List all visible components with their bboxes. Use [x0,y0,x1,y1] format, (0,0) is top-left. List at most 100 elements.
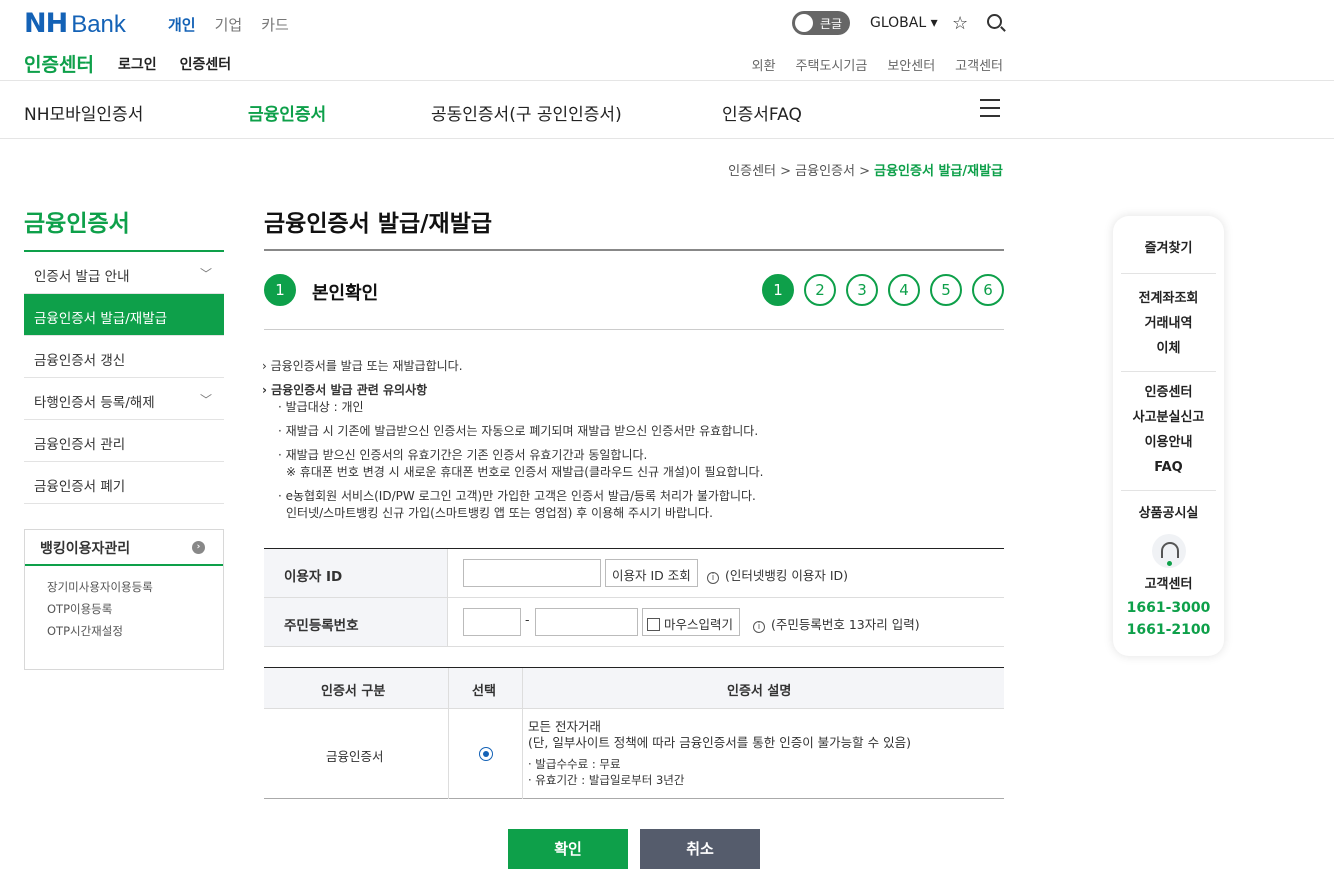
step-indicator-4: 4 [888,274,920,306]
banking-user-title: 뱅킹이용자관리 [40,541,131,557]
col-cert-type: 인증서 구분 [321,684,386,699]
cert-type-cell: 금융인증서 [326,749,384,764]
quick-guide[interactable]: 이용안내 [1121,430,1216,455]
col-select: 선택 [472,684,496,699]
user-id-input[interactable] [463,559,601,587]
util-link-housing[interactable]: 주택도시기금 [796,55,868,74]
top-nav-card[interactable]: 카드 [261,14,289,35]
logo-nh-text: NH [24,8,68,39]
toggle-knob [795,14,813,32]
util-link-security[interactable]: 보안센터 [887,55,935,74]
quick-faq[interactable]: FAQ [1121,455,1216,480]
rrn-info: i (주민등록번호 13자리 입력) [753,614,920,633]
toggle-label: 큰글 [820,16,843,31]
gnb-financial-cert[interactable]: 금융인증서 [248,100,326,125]
quick-product-disclosure[interactable]: 상품공시실 [1113,501,1224,526]
rrn-first-input[interactable] [463,608,521,636]
step-indicator-2: 2 [804,274,836,306]
rrn-second-input[interactable] [535,608,638,636]
quick-cert-center[interactable]: 인증센터 [1121,380,1216,405]
quick-tel-1[interactable]: 1661-3000 [1113,597,1224,619]
cert-table: 인증서 구분 선택 인증서 설명 금융인증서 모든 전자거래 (단, 일부사이트… [264,667,1004,799]
lnb-item-issue-guide[interactable]: 인증서 발급 안내 ﹀ [24,252,224,294]
top-nav-personal[interactable]: 개인 [168,14,196,35]
quick-all-accounts[interactable]: 전계좌조회 [1121,286,1216,311]
top-nav-business[interactable]: 기업 [215,14,243,35]
gnb-nh-mobile[interactable]: NH모바일인증서 [24,100,143,125]
lnb-item-issue-reissue[interactable]: 금융인증서 발급/재발급 [24,294,224,336]
step-indicator-6: 6 [972,274,1004,306]
banking-link-dormant[interactable]: 장기미사용자이용등록 [47,576,201,598]
notice-reissue: · 재발급 시 기존에 발급받으신 인증서는 자동으로 폐기되며 재발급 받으신… [278,424,759,438]
breadcrumb-path: 인증센터 > 금융인증서 > [728,164,875,179]
identity-form: 이용자 ID 이용자 ID 조회 i (인터넷뱅킹 이용자 ID) 주민등록번호 … [264,548,1004,647]
large-text-toggle[interactable]: 큰글 [792,11,850,35]
quick-transactions[interactable]: 거래내역 [1121,311,1216,336]
cert-center-link[interactable]: 인증센터 [180,54,232,74]
col-divider [522,668,523,799]
banking-link-otp-time[interactable]: OTP시간재설정 [47,620,201,642]
notice-signup: 인터넷/스마트뱅킹 신규 가입(스마트뱅킹 앱 또는 영업점) 후 이용해 주시… [286,506,713,520]
gnb-cert-faq[interactable]: 인증서FAQ [722,100,802,125]
info-icon: i [707,572,719,584]
confirm-button[interactable]: 확인 [508,829,628,869]
section-title[interactable]: 인증센터 [24,50,94,77]
cert-select-radio[interactable] [479,747,493,761]
lnb-item-renew[interactable]: 금융인증서 갱신 [24,336,224,378]
notice-heading: › 금융인증서 발급 관련 유의사항 [262,383,428,397]
form-row-rrn: 주민등록번호 - 마우스입력기 i (주민등록번호 13자리 입력) [264,598,1004,647]
arrow-right-icon: › [192,541,205,554]
cancel-button[interactable]: 취소 [640,829,760,869]
current-step-badge: 1 [264,274,296,306]
hamburger-menu-icon[interactable] [980,99,1000,117]
util-link-fx[interactable]: 외환 [752,55,776,74]
lnb-item-revoke[interactable]: 금융인증서 폐기 [24,462,224,504]
step-divider [264,329,1004,330]
breadcrumb-current: 금융인증서 발급/재발급 [874,164,1003,179]
user-id-lookup-button[interactable]: 이용자 ID 조회 [605,559,698,587]
quick-group-2: 인증센터 사고분실신고 이용안내 FAQ [1121,372,1216,491]
desc-line-4: · 유효기간 : 발급일로부터 3년간 [528,773,685,787]
top-nav: 개인 기업 카드 [168,14,289,35]
quick-tel-2[interactable]: 1661-2100 [1113,619,1224,641]
lnb-item-label: 금융인증서 발급/재발급 [34,311,168,327]
quick-group-1: 전계좌조회 거래내역 이체 [1121,274,1216,372]
col-description: 인증서 설명 [727,684,792,699]
lnb-title: 금융인증서 [24,211,130,237]
page-title: 금융인증서 발급/재발급 [264,211,493,237]
notice-target: · 발급대상 : 개인 [278,400,364,414]
quick-favorites[interactable]: 즐겨찾기 [1121,236,1216,261]
lnb-item-manage[interactable]: 금융인증서 관리 [24,420,224,462]
banking-user-header[interactable]: 뱅킹이용자관리 › [25,530,223,566]
global-menu[interactable]: GLOBAL ▾ [870,15,938,31]
step-indicator-5: 5 [930,274,962,306]
quick-cs-section: 상품공시실 고객센터 1661-3000 1661-2100 [1113,491,1224,641]
form-row-user-id: 이용자 ID 이용자 ID 조회 i (인터넷뱅킹 이용자 ID) [264,549,1004,598]
nh-bank-logo[interactable]: NH Bank [24,8,126,39]
banking-user-box: 뱅킹이용자관리 › 장기미사용자이용등록 OTP이용등록 OTP시간재설정 [24,529,224,670]
lnb-item-label: 금융인증서 갱신 [34,353,126,369]
gnb-joint-cert[interactable]: 공동인증서(구 공인인증서) [431,100,622,125]
mouse-input-label: 마우스입력기 [664,617,734,632]
user-id-info: i (인터넷뱅킹 이용자 ID) [707,565,848,584]
chevron-down-icon: ﹀ [199,267,212,281]
star-icon[interactable]: ☆ [952,13,968,34]
logo-bank-text: Bank [71,11,126,38]
quick-customer-center: 고객센터 [1144,577,1193,592]
quick-loss-report[interactable]: 사고분실신고 [1121,405,1216,430]
lnb-item-other-bank[interactable]: 타행인증서 등록/해제 ﹀ [24,378,224,420]
chevron-down-icon: ﹀ [199,393,212,407]
lnb-item-label: 타행인증서 등록/해제 [34,395,155,411]
mouse-input-checkbox[interactable]: 마우스입력기 [642,608,741,636]
quick-transfer[interactable]: 이체 [1121,336,1216,361]
banking-link-otp-register[interactable]: OTP이용등록 [47,598,201,620]
rrn-info-text: (주민등록번호 13자리 입력) [771,617,920,632]
search-icon[interactable] [987,14,1002,29]
util-link-customer[interactable]: 고객센터 [955,55,1003,74]
notice-member: · e농협회원 서비스(ID/PW 로그인 고객)만 가입한 고객은 인증서 발… [278,489,756,503]
login-link[interactable]: 로그인 [118,54,157,74]
user-id-info-text: (인터넷뱅킹 이용자 ID) [725,568,849,583]
cert-description-cell: 모든 전자거래 (단, 일부사이트 정책에 따라 금융인증서를 통한 인증이 불… [528,719,911,788]
lnb-item-label: 금융인증서 폐기 [34,479,126,495]
info-icon: i [753,621,765,633]
